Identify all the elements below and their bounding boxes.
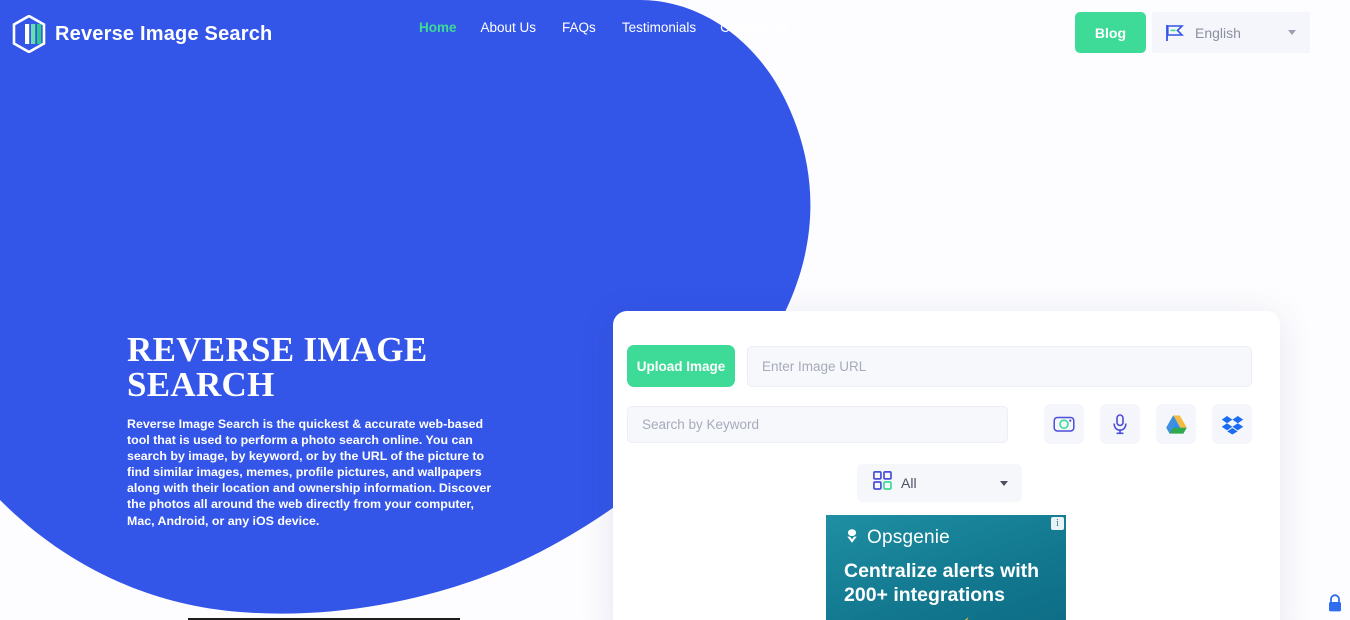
camera-icon bbox=[1053, 414, 1075, 434]
upload-row: Upload Image bbox=[627, 345, 1252, 387]
hero-description: Reverse Image Search is the quickest & a… bbox=[127, 417, 492, 528]
language-label: English bbox=[1195, 24, 1241, 41]
main-navigation: Home About Us FAQs Testimonials Contact … bbox=[419, 20, 803, 35]
hero-title-line-1: REVERSE IMAGE bbox=[127, 330, 428, 369]
ad-headline: Centralize alerts with 200+ integrations bbox=[844, 560, 1040, 606]
hero-section: REVERSE IMAGE SEARCH Reverse Image Searc… bbox=[127, 332, 517, 529]
camera-icon-button[interactable] bbox=[1044, 404, 1084, 444]
search-card: Upload Image Enter Image URL Search by K… bbox=[613, 311, 1280, 620]
opsgenie-icon bbox=[844, 528, 860, 549]
search-type-dropdown[interactable]: All bbox=[857, 464, 1022, 502]
nav-item-home[interactable]: Home bbox=[419, 20, 481, 35]
search-type-value: All bbox=[901, 475, 917, 491]
filter-row: All bbox=[627, 464, 1252, 502]
chevron-down-icon bbox=[1000, 480, 1008, 486]
grid-icon bbox=[873, 471, 892, 495]
lock-icon[interactable] bbox=[1326, 593, 1344, 618]
hexagon-bars-logo-icon bbox=[12, 15, 46, 53]
image-url-input[interactable] bbox=[747, 345, 1252, 387]
nav-item-contact-us[interactable]: Contact Us bbox=[720, 20, 803, 35]
upload-image-button[interactable]: Upload Image bbox=[627, 345, 735, 387]
nav-item-testimonials[interactable]: Testimonials bbox=[622, 20, 720, 35]
header-actions: Blog English bbox=[1074, 12, 1310, 53]
google-drive-icon-button[interactable] bbox=[1156, 404, 1196, 444]
search-keyword-input[interactable] bbox=[627, 405, 1008, 443]
site-header: Reverse Image Search Home About Us FAQs … bbox=[0, 0, 1350, 65]
microphone-icon-button[interactable] bbox=[1100, 404, 1140, 444]
source-icon-group bbox=[1044, 404, 1252, 444]
page-root: Reverse Image Search Home About Us FAQs … bbox=[0, 0, 1350, 620]
dropbox-icon bbox=[1221, 414, 1244, 435]
chevron-down-icon bbox=[1288, 30, 1296, 35]
nav-item-faqs[interactable]: FAQs bbox=[562, 20, 622, 35]
blog-button[interactable]: Blog bbox=[1074, 12, 1146, 53]
flag-icon bbox=[1164, 24, 1186, 42]
google-drive-icon bbox=[1165, 414, 1188, 435]
microphone-icon bbox=[1111, 413, 1129, 435]
ad-brand-name: Opsgenie bbox=[867, 527, 950, 548]
ad-brand: Opsgenie bbox=[826, 515, 1066, 549]
advertisement-banner[interactable]: i Opsgenie Centralize alerts with 200+ i… bbox=[826, 515, 1066, 620]
page-title: REVERSE IMAGE SEARCH bbox=[127, 332, 517, 402]
ad-info-icon[interactable]: i bbox=[1051, 517, 1064, 530]
nav-item-about-us[interactable]: About Us bbox=[481, 20, 563, 35]
keyword-row bbox=[627, 404, 1252, 444]
brand-logo[interactable]: Reverse Image Search bbox=[12, 15, 272, 53]
language-selector[interactable]: English bbox=[1152, 12, 1310, 53]
hero-title-line-2: SEARCH bbox=[127, 365, 275, 404]
dropbox-icon-button[interactable] bbox=[1212, 404, 1252, 444]
brand-name: Reverse Image Search bbox=[55, 22, 273, 45]
